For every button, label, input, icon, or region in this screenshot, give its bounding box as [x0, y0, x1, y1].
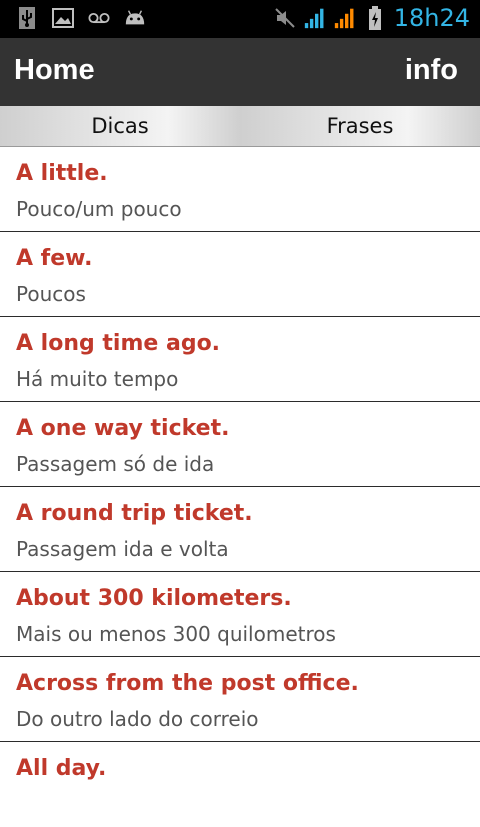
status-bar-left-icons	[16, 7, 146, 29]
status-bar: 18h24	[0, 0, 480, 38]
list-item[interactable]: Across from the post office. Do outro la…	[0, 657, 480, 742]
status-bar-right-icons: 18h24	[274, 4, 470, 32]
signal-icon	[304, 7, 326, 29]
phrase-list: A little. Pouco/um pouco A few. Poucos A…	[0, 147, 480, 827]
usb-icon	[16, 7, 38, 29]
list-item[interactable]: About 300 kilometers. Mais ou menos 300 …	[0, 572, 480, 657]
phrase-english: A few.	[16, 246, 93, 271]
action-bar: Home info	[0, 38, 480, 106]
phrase-english: Across from the post office.	[16, 671, 359, 696]
list-item[interactable]: A little. Pouco/um pouco	[0, 147, 480, 232]
phrase-portuguese: Poucos	[16, 282, 86, 306]
mute-icon	[274, 7, 296, 29]
battery-charging-icon	[364, 6, 386, 30]
phrase-english: A long time ago.	[16, 331, 221, 356]
android-icon	[124, 7, 146, 29]
list-item[interactable]: A one way ticket. Passagem só de ida	[0, 402, 480, 487]
list-item[interactable]: A round trip ticket. Passagem ida e volt…	[0, 487, 480, 572]
phrase-portuguese: Há muito tempo	[16, 367, 179, 391]
info-button[interactable]: info	[405, 54, 458, 87]
phrase-english: A little.	[16, 161, 108, 186]
list-item[interactable]: All day.	[0, 742, 480, 827]
list-item[interactable]: A few. Poucos	[0, 232, 480, 317]
phrase-portuguese: Passagem só de ida	[16, 452, 215, 476]
status-time: 18h24	[393, 4, 470, 32]
tab-bar: Dicas Frases	[0, 106, 480, 147]
tab-frases[interactable]: Frases	[240, 106, 480, 146]
image-icon	[52, 7, 74, 29]
phrase-portuguese: Pouco/um pouco	[16, 197, 182, 221]
page-title[interactable]: Home	[14, 54, 95, 87]
tab-dicas[interactable]: Dicas	[0, 106, 240, 146]
phrase-portuguese: Do outro lado do correio	[16, 707, 259, 731]
phrase-english: A round trip ticket.	[16, 501, 253, 526]
phrase-portuguese: Mais ou menos 300 quilometros	[16, 622, 336, 646]
list-item[interactable]: A long time ago. Há muito tempo	[0, 317, 480, 402]
phrase-portuguese: Passagem ida e volta	[16, 537, 229, 561]
phrase-english: A one way ticket.	[16, 416, 230, 441]
phrase-english: All day.	[16, 756, 107, 781]
signal-icon	[334, 7, 356, 29]
voicemail-icon	[88, 7, 110, 29]
phrase-english: About 300 kilometers.	[16, 586, 292, 611]
